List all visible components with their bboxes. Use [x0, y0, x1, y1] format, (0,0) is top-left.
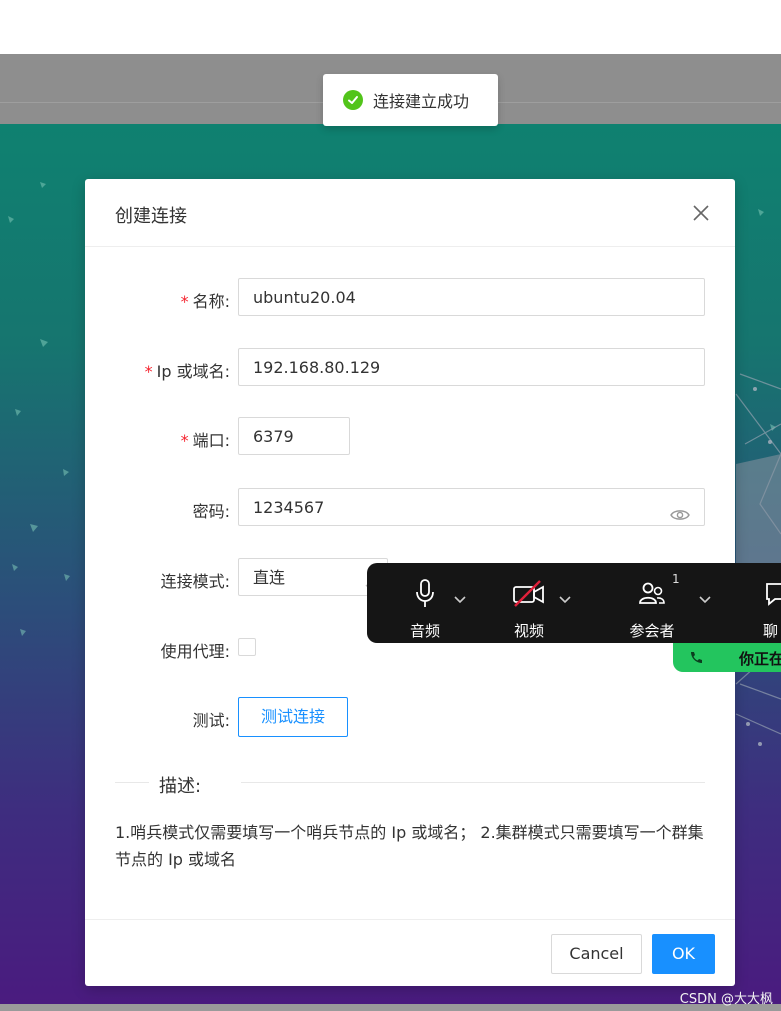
password-input[interactable]: 1234567 [238, 488, 705, 526]
password-value: 1234567 [253, 498, 325, 517]
toast-message: 连接建立成功 [373, 92, 470, 111]
chat-icon [766, 583, 781, 606]
host-row: * Ip 或域名: 192.168.80.129 [85, 348, 735, 388]
watermark: CSDN @大大枫 [679, 992, 773, 1007]
ok-button[interactable]: OK [652, 934, 715, 974]
description-divider [115, 782, 705, 783]
dialog-header: 创建连接 [85, 179, 735, 247]
mode-value: 直连 [253, 568, 286, 587]
name-label: * 名称: [180, 292, 230, 311]
mode-label: 连接模式: [160, 572, 230, 591]
eye-icon[interactable] [670, 499, 690, 537]
video-button[interactable]: 视频 [501, 563, 557, 643]
speaking-indicator: 你正在 [673, 643, 781, 672]
test-label: 测试: [192, 711, 230, 730]
host-label: * Ip 或域名: [144, 362, 230, 381]
password-row: 密码: 1234567 [85, 488, 735, 528]
video-off-icon [513, 580, 544, 607]
chat-label: 聊 [763, 622, 779, 640]
video-chevron-icon[interactable] [559, 590, 571, 609]
mode-select[interactable]: 直连 [238, 558, 388, 596]
bottom-strip [0, 1004, 781, 1011]
success-toast: 连接建立成功 [323, 74, 498, 126]
description-heading: 描述: [159, 776, 202, 797]
participants-chevron-icon[interactable] [699, 590, 711, 609]
audio-label: 音频 [409, 622, 440, 640]
video-label: 视频 [513, 622, 544, 640]
test-row: 测试: 测试连接 [85, 697, 735, 737]
name-row: * 名称: ubuntu20.04 [85, 278, 735, 318]
check-circle-icon [343, 90, 363, 110]
phone-icon [689, 650, 703, 668]
participants-count: 1 [672, 572, 680, 586]
dialog-title: 创建连接 [115, 206, 187, 227]
participants-label: 参会者 [629, 622, 675, 640]
proxy-label: 使用代理: [160, 642, 230, 661]
port-input[interactable]: 6379 [238, 417, 350, 455]
chat-button[interactable]: 聊 [757, 563, 781, 643]
host-input[interactable]: 192.168.80.129 [238, 348, 705, 386]
proxy-checkbox[interactable] [238, 638, 256, 656]
password-label: 密码: [192, 502, 230, 521]
close-icon[interactable] [691, 203, 711, 223]
cancel-button[interactable]: Cancel [551, 934, 642, 974]
audio-button[interactable]: 音频 [397, 563, 453, 643]
port-row: * 端口: 6379 [85, 417, 735, 457]
page-top-area [0, 0, 781, 54]
audio-chevron-icon[interactable] [454, 590, 466, 609]
meeting-toolbar: 音频 视频 1 参会者 聊 [367, 563, 781, 643]
description-text: 1.哨兵模式仅需要填写一个哨兵节点的 Ip 或域名； 2.集群模式只需要填写一个… [115, 823, 704, 869]
speaking-text: 你正在 [739, 650, 781, 668]
participants-button[interactable]: 1 参会者 [622, 563, 682, 643]
name-input[interactable]: ubuntu20.04 [238, 278, 705, 316]
port-label: * 端口: [180, 431, 230, 450]
test-connection-button[interactable]: 测试连接 [238, 697, 348, 737]
dialog-footer-divider [85, 919, 735, 920]
participants-icon [639, 582, 665, 604]
microphone-icon [416, 579, 434, 607]
